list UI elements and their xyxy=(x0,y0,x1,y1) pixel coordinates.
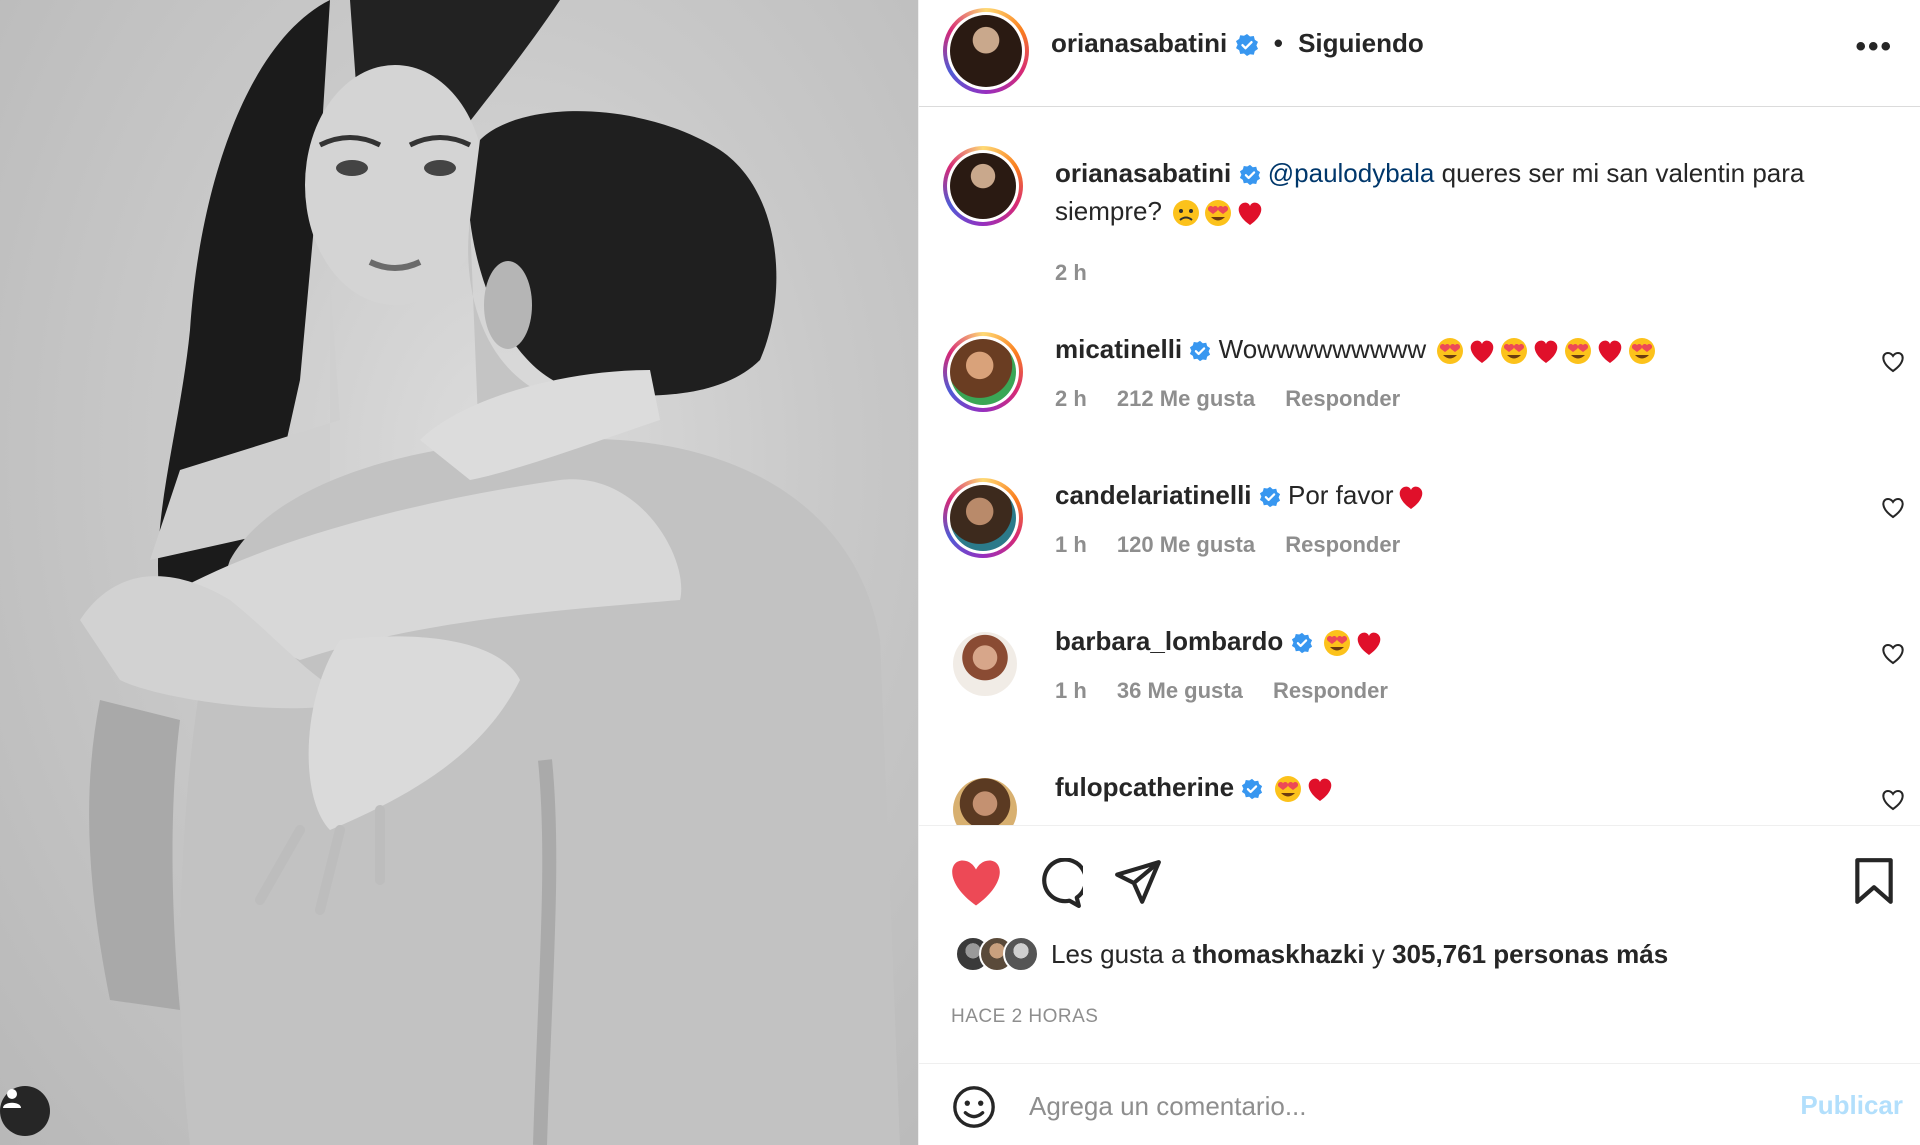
caption-username[interactable]: orianasabatini xyxy=(1055,158,1231,188)
liker-avatar xyxy=(1003,936,1039,972)
post-actions: Les gusta a thomaskhazki y 305,761 perso… xyxy=(919,825,1920,1145)
comment-bubble-icon[interactable] xyxy=(1033,858,1083,908)
mention-link[interactable]: @paulodybala xyxy=(1268,158,1435,188)
red-heart-emoji-icon xyxy=(1308,778,1331,802)
verified-badge-icon xyxy=(1242,779,1263,800)
caption-meta: 2 h xyxy=(1055,260,1111,286)
author-username[interactable]: orianasabatini xyxy=(1051,28,1227,58)
comment-body: Wowwwwwwwww xyxy=(1218,334,1427,364)
heart-eyes-emoji-icon xyxy=(1323,630,1350,657)
follow-status-button[interactable]: Siguiendo xyxy=(1298,28,1424,58)
likes-prefix: Les gusta a xyxy=(1051,938,1186,969)
commenter-avatar[interactable] xyxy=(943,478,1023,558)
comment-meta: 2 h 212 Me gusta Responder xyxy=(1055,386,1424,412)
comment-row: micatinelli Wowwwwwwwww 2 h 212 Me gusta… xyxy=(919,330,1920,450)
post-timestamp[interactable]: HACE 2 HORAS xyxy=(951,1006,1098,1028)
heart-eyes-emoji-icon xyxy=(1205,200,1232,227)
post-side-panel: orianasabatini • Siguiendo ••• orianasab… xyxy=(918,0,1920,1145)
comment-emojis xyxy=(1433,334,1657,365)
caption-time[interactable]: 2 h xyxy=(1055,260,1087,285)
header-separator: • xyxy=(1273,28,1283,58)
author-avatar[interactable] xyxy=(943,8,1029,94)
caption-emojis xyxy=(1169,196,1265,227)
red-heart-emoji-icon xyxy=(1599,340,1622,364)
heart-eyes-emoji-icon xyxy=(1274,776,1301,803)
worried-face-emoji-icon xyxy=(1173,200,1200,227)
reply-button[interactable]: Responder xyxy=(1273,678,1388,703)
comment-emojis xyxy=(1320,626,1384,657)
comment-input[interactable] xyxy=(1029,1086,1749,1126)
comment-text: micatinelli Wowwwwwwwww xyxy=(1055,330,1657,368)
header-row: orianasabatini • Siguiendo xyxy=(1051,28,1424,59)
comment-composer: Publicar xyxy=(919,1063,1920,1145)
commenter-avatar[interactable] xyxy=(953,778,1017,825)
liker-username[interactable]: thomaskhazki xyxy=(1193,939,1365,970)
heart-eyes-emoji-icon xyxy=(1565,338,1592,365)
comment-text: fulopcatherine xyxy=(1055,768,1335,806)
verified-badge-icon xyxy=(1235,34,1258,57)
comments-list[interactable]: orianasabatini @paulodybala queres ser m… xyxy=(919,108,1920,825)
comment-like-heart-icon[interactable] xyxy=(1881,788,1905,812)
verified-badge-icon xyxy=(1291,633,1312,654)
more-options-button[interactable]: ••• xyxy=(1855,30,1893,64)
likes-joiner: y xyxy=(1371,938,1385,969)
red-heart-emoji-icon xyxy=(1535,340,1558,364)
commenter-avatar[interactable] xyxy=(943,332,1023,412)
caption-text: orianasabatini @paulodybala queres ser m… xyxy=(1055,154,1885,230)
more-horizontal-icon: ••• xyxy=(1855,30,1893,63)
likes-count-link[interactable]: 305,761 personas más xyxy=(1392,939,1668,970)
comment-username[interactable]: fulopcatherine xyxy=(1055,772,1234,802)
caption-block: orianasabatini @paulodybala queres ser m… xyxy=(919,108,1920,285)
red-heart-emoji-icon xyxy=(1357,632,1381,656)
person-icon xyxy=(3,1089,21,1108)
comment-time[interactable]: 1 h xyxy=(1055,532,1087,557)
comment-like-heart-icon[interactable] xyxy=(1881,350,1905,374)
like-heart-filled-icon[interactable] xyxy=(949,858,1003,908)
comment-meta: 1 h 36 Me gusta Responder xyxy=(1055,678,1412,704)
comment-text: candelariatinelli Por favor xyxy=(1055,476,1426,514)
red-heart-emoji-icon xyxy=(1238,202,1262,226)
heart-eyes-emoji-icon xyxy=(1629,338,1656,365)
verified-badge-icon xyxy=(1190,341,1211,362)
comment-row: barbara_lombardo 1 h 36 Me gusta Respond… xyxy=(919,622,1920,742)
comment-likes[interactable]: 212 Me gusta xyxy=(1117,386,1255,411)
comment-text: barbara_lombardo xyxy=(1055,622,1384,660)
comment-time[interactable]: 1 h xyxy=(1055,678,1087,703)
commenter-avatar[interactable] xyxy=(953,632,1017,696)
heart-eyes-emoji-icon xyxy=(1501,338,1528,365)
comment-username[interactable]: micatinelli xyxy=(1055,334,1182,364)
save-bookmark-icon[interactable] xyxy=(1853,856,1895,906)
reply-button[interactable]: Responder xyxy=(1285,386,1400,411)
red-heart-emoji-icon xyxy=(1471,340,1494,364)
caption-author-avatar[interactable] xyxy=(943,146,1023,226)
comment-like-heart-icon[interactable] xyxy=(1881,642,1905,666)
emoji-picker-icon[interactable] xyxy=(951,1084,997,1130)
comment-row: candelariatinelli Por favor 1 h 120 Me g… xyxy=(919,476,1920,596)
comment-likes[interactable]: 36 Me gusta xyxy=(1117,678,1243,703)
share-paper-plane-icon[interactable] xyxy=(1113,858,1163,908)
verified-badge-icon xyxy=(1239,165,1260,186)
post-header: orianasabatini • Siguiendo ••• xyxy=(919,0,1920,107)
reply-button[interactable]: Responder xyxy=(1285,532,1400,557)
comment-body: Por favor xyxy=(1288,480,1394,510)
liker-avatars xyxy=(955,936,1039,972)
comment-row: fulopcatherine xyxy=(919,768,1920,825)
comment-emojis xyxy=(1394,480,1426,510)
comment-emojis xyxy=(1271,772,1335,803)
heart-eyes-emoji-icon xyxy=(1437,338,1464,365)
photo-illustration xyxy=(80,0,901,1145)
comment-time[interactable]: 2 h xyxy=(1055,386,1087,411)
comment-likes[interactable]: 120 Me gusta xyxy=(1117,532,1255,557)
comment-username[interactable]: candelariatinelli xyxy=(1055,480,1252,510)
publish-button[interactable]: Publicar xyxy=(1800,1090,1903,1121)
likes-summary: Les gusta a thomaskhazki y 305,761 perso… xyxy=(955,936,1668,972)
comment-username[interactable]: barbara_lombardo xyxy=(1055,626,1283,656)
comment-meta: 1 h 120 Me gusta Responder xyxy=(1055,532,1424,558)
post-photo[interactable] xyxy=(0,0,918,1145)
verified-badge-icon xyxy=(1259,487,1280,508)
tagged-people-button[interactable] xyxy=(0,1086,50,1136)
comment-like-heart-icon[interactable] xyxy=(1881,496,1905,520)
red-heart-emoji-icon xyxy=(1399,486,1422,510)
